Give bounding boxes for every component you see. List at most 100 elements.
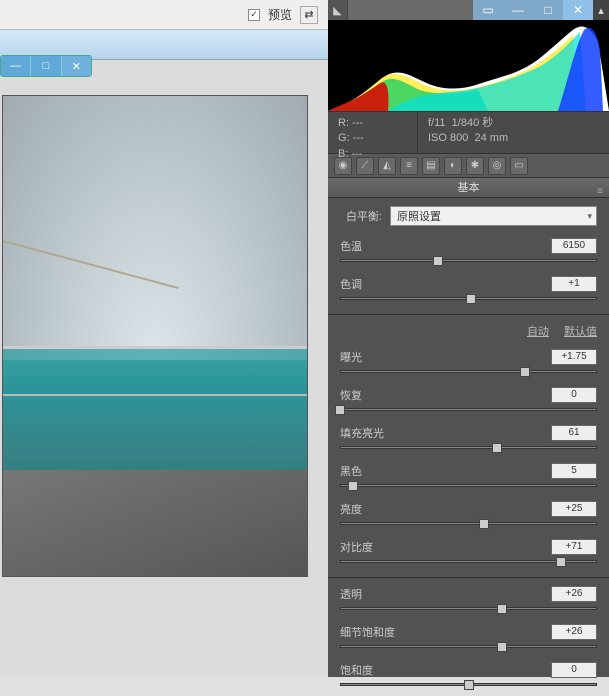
slider-track[interactable] <box>340 557 597 567</box>
slider-exposure: 曝光 +1.75 <box>328 345 609 383</box>
slider-thumb[interactable] <box>464 680 474 690</box>
exif-focal: 24 mm <box>474 132 508 144</box>
slider-thumb[interactable] <box>520 367 530 377</box>
slider-track[interactable] <box>340 443 597 453</box>
slider-label: 黑色 <box>340 463 362 479</box>
section-menu-icon[interactable]: ≡ <box>597 182 603 202</box>
slider-value[interactable]: +25 <box>551 501 597 517</box>
tool-preset-icon[interactable]: ▭ <box>510 157 528 175</box>
preview-label: 预览 <box>268 6 292 23</box>
slider-value[interactable]: +26 <box>551 586 597 602</box>
slider-contrast: 对比度 +71 <box>328 535 609 573</box>
exif-shutter: 1/840 秒 <box>452 117 494 129</box>
slider-vibrance: 细节饱和度 +26 <box>328 620 609 658</box>
slider-thumb[interactable] <box>348 481 358 491</box>
slider-blacks: 黑色 5 <box>328 459 609 497</box>
slider-track[interactable] <box>340 256 597 266</box>
inner-minimize-icon[interactable]: — <box>1 56 30 76</box>
photo-preview <box>2 95 308 577</box>
slider-value[interactable]: +26 <box>551 624 597 640</box>
slider-label: 对比度 <box>340 539 373 555</box>
slider-track[interactable] <box>340 604 597 614</box>
tool-curve-icon[interactable]: ⟋ <box>356 157 374 175</box>
exif-info: R: --- G: --- B: --- f/11 1/840 秒 ISO 80… <box>328 112 609 154</box>
panel-minimize-icon[interactable]: — <box>503 0 533 20</box>
slider-label: 曝光 <box>340 349 362 365</box>
slider-thumb[interactable] <box>479 519 489 529</box>
slider-label: 透明 <box>340 586 362 602</box>
inner-window-controls: — □ ✕ <box>0 55 92 77</box>
tool-hsl-icon[interactable]: ≡ <box>400 157 418 175</box>
auto-default-links: 自动 默认值 <box>328 319 609 345</box>
tool-calib-icon[interactable]: ◎ <box>488 157 506 175</box>
slider-track[interactable] <box>340 680 597 690</box>
slider-temp: 色温 6150 <box>328 234 609 272</box>
slider-label: 亮度 <box>340 501 362 517</box>
slider-value[interactable]: 5 <box>551 463 597 479</box>
slider-label: 细节饱和度 <box>340 624 395 640</box>
tool-tabs: ◉ ⟋ ◭ ≡ ▤ ◐ ✱ ◎ ▭ <box>328 154 609 178</box>
slider-saturation: 饱和度 0 <box>328 658 609 696</box>
slider-track[interactable] <box>340 405 597 415</box>
slider-value[interactable]: +1.75 <box>551 349 597 365</box>
slider-track[interactable] <box>340 294 597 304</box>
slider-thumb[interactable] <box>466 294 476 304</box>
slider-recovery: 恢复 0 <box>328 383 609 421</box>
slider-label: 恢复 <box>340 387 362 403</box>
slider-label: 色调 <box>340 276 362 292</box>
histogram-toggle-icon[interactable]: ◣ <box>328 0 348 20</box>
slider-track[interactable] <box>340 642 597 652</box>
slider-track[interactable] <box>340 367 597 377</box>
slider-label: 填充亮光 <box>340 425 384 441</box>
slider-thumb[interactable] <box>497 604 507 614</box>
panel-shrink-icon[interactable]: ▭ <box>473 0 503 20</box>
slider-thumb[interactable] <box>497 642 507 652</box>
slider-thumb[interactable] <box>556 557 566 567</box>
slider-value[interactable]: 0 <box>551 387 597 403</box>
rgb-r: R: --- <box>338 116 407 131</box>
rgb-g: G: --- <box>338 131 407 146</box>
slider-track[interactable] <box>340 481 597 491</box>
tool-basic-icon[interactable]: ◉ <box>334 157 352 175</box>
tool-fx-icon[interactable]: ✱ <box>466 157 484 175</box>
slider-fill: 填充亮光 61 <box>328 421 609 459</box>
panel-collapse-icon[interactable]: ▴ <box>593 0 609 20</box>
panel-window-controls: ◣ ▭ — □ ✕ ▴ <box>328 0 609 20</box>
tool-lens-icon[interactable]: ◐ <box>444 157 462 175</box>
slider-value[interactable]: 0 <box>551 662 597 678</box>
panel-close-icon[interactable]: ✕ <box>563 0 593 20</box>
slider-clarity: 透明 +26 <box>328 582 609 620</box>
slider-track[interactable] <box>340 519 597 529</box>
tool-detail-icon[interactable]: ◭ <box>378 157 396 175</box>
section-header: 基本 ≡ <box>328 178 609 198</box>
swap-icon[interactable]: ⇄ <box>300 6 318 24</box>
preview-pane: ✓ 预览 ⇄ — □ ✕ <box>0 0 328 677</box>
histogram <box>328 20 609 112</box>
chevron-down-icon: ▾ <box>587 211 592 222</box>
slider-value[interactable]: +71 <box>551 539 597 555</box>
inner-close-icon[interactable]: ✕ <box>62 56 91 76</box>
slider-label: 色温 <box>340 238 362 254</box>
exif-aperture: f/11 <box>428 117 446 129</box>
slider-value[interactable]: 61 <box>551 425 597 441</box>
wb-label: 白平衡: <box>340 208 390 224</box>
panel-maximize-icon[interactable]: □ <box>533 0 563 20</box>
preview-checkbox[interactable]: ✓ <box>248 9 260 21</box>
preview-toolbar: ✓ 预览 ⇄ <box>0 0 328 30</box>
slider-value[interactable]: 6150 <box>551 238 597 254</box>
wb-select[interactable]: 原照设置 ▾ <box>390 206 597 226</box>
slider-label: 饱和度 <box>340 662 373 678</box>
tool-split-icon[interactable]: ▤ <box>422 157 440 175</box>
adjustment-panel: ◣ ▭ — □ ✕ ▴ R: --- G: --- B: --- f/11 1/… <box>328 0 609 677</box>
slider-value[interactable]: +1 <box>551 276 597 292</box>
auto-link[interactable]: 自动 <box>527 326 549 338</box>
default-link[interactable]: 默认值 <box>564 326 597 338</box>
inner-maximize-icon[interactable]: □ <box>30 56 61 76</box>
exif-iso: ISO 800 <box>428 132 468 144</box>
slider-thumb[interactable] <box>492 443 502 453</box>
slider-thumb[interactable] <box>433 256 443 266</box>
slider-thumb[interactable] <box>335 405 345 415</box>
slider-brightness: 亮度 +25 <box>328 497 609 535</box>
section-title: 基本 <box>458 182 480 194</box>
wb-value: 原照设置 <box>397 208 441 224</box>
